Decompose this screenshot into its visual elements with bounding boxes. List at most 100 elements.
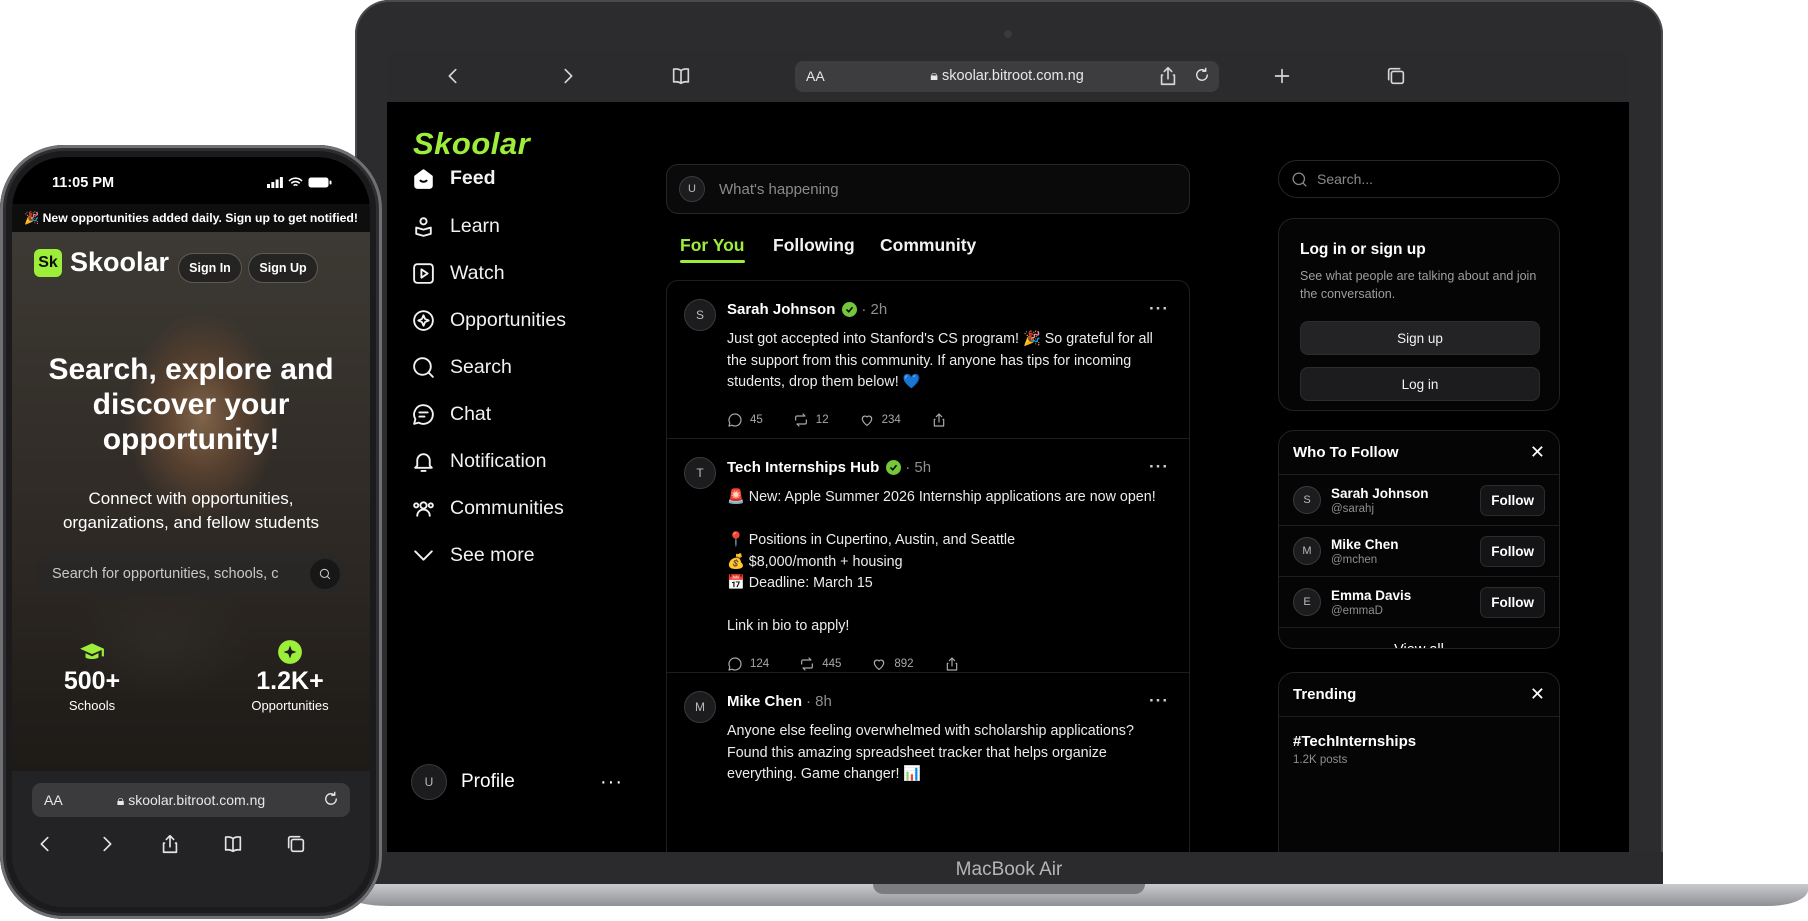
search-input[interactable]: Search for opportunities, schools, c xyxy=(34,553,346,595)
like-count: 234 xyxy=(881,413,901,426)
avatar[interactable]: M xyxy=(684,691,716,723)
compose-box[interactable]: U What's happening xyxy=(666,164,1190,214)
nav-chat[interactable]: Chat xyxy=(411,394,491,434)
profile-button[interactable]: U Profile ··· xyxy=(411,762,623,802)
nav-search[interactable]: Search xyxy=(411,347,512,387)
list-item[interactable]: S Sarah Johnson @sarahj Follow xyxy=(1279,475,1559,526)
more-options-icon[interactable]: ··· xyxy=(1149,691,1169,711)
forward-icon[interactable] xyxy=(557,65,579,87)
app-logo[interactable]: Sk Skoolar xyxy=(34,247,169,278)
search-placeholder: Search... xyxy=(1317,171,1374,187)
app-logo[interactable]: Skoolar xyxy=(413,126,530,162)
post-time: · 2h xyxy=(861,300,888,318)
nav-label: Chat xyxy=(450,402,492,425)
profile-label: Profile xyxy=(461,771,515,792)
camera xyxy=(1004,30,1012,38)
browser-toolbar: AA 🔒︎ skoolar.bitroot.com.ng xyxy=(387,52,1629,102)
tab-following[interactable]: Following xyxy=(773,235,855,256)
forward-icon[interactable] xyxy=(96,833,118,855)
follow-button[interactable]: Follow xyxy=(1480,484,1545,516)
post-time: · 8h xyxy=(806,692,832,710)
back-icon[interactable] xyxy=(34,833,56,855)
graduation-cap-icon xyxy=(80,643,104,660)
list-item[interactable]: M Mike Chen @mchen Follow xyxy=(1279,526,1559,577)
close-icon[interactable]: ✕ xyxy=(1530,442,1545,463)
sign-up-button[interactable]: Sign Up xyxy=(248,253,318,283)
tab-for-you[interactable]: For You xyxy=(680,235,745,263)
hero-subtitle: Connect with opportunities, organization… xyxy=(12,487,370,535)
learn-icon xyxy=(415,216,432,237)
nav-feed[interactable]: Feed xyxy=(411,158,496,198)
share-icon xyxy=(946,656,957,671)
card-title: Who To Follow xyxy=(1293,444,1399,461)
avatar[interactable]: T xyxy=(684,457,716,489)
search-button[interactable] xyxy=(310,559,340,589)
repost-button[interactable]: 12 xyxy=(793,412,829,428)
like-button[interactable]: 892 xyxy=(871,656,914,672)
post-text: Just got accepted into Stanford's CS pro… xyxy=(727,331,1153,390)
hero-heading: Search, explore and discover your opport… xyxy=(12,352,370,457)
heart-icon xyxy=(874,659,885,670)
share-icon[interactable] xyxy=(159,833,181,855)
share-button[interactable] xyxy=(931,412,954,428)
tabs-overview-icon[interactable] xyxy=(1385,65,1407,87)
nav-learn[interactable]: Learn xyxy=(411,206,500,246)
back-icon[interactable] xyxy=(442,65,464,87)
avatar: U xyxy=(411,764,447,800)
bookmarks-icon[interactable] xyxy=(670,65,692,87)
announcement-banner[interactable]: 🎉 New opportunities added daily. Sign up… xyxy=(12,204,370,232)
nav-watch[interactable]: Watch xyxy=(411,253,505,293)
bookmarks-icon[interactable] xyxy=(222,833,244,855)
reply-button[interactable]: 45 xyxy=(727,412,763,428)
post-card[interactable]: T Tech Internships Hub · 5h ··· 🚨 New: A… xyxy=(667,439,1189,673)
nav-opportunities[interactable]: Opportunities xyxy=(411,300,566,340)
chevron-down-icon xyxy=(414,549,433,561)
logo-mark: Sk xyxy=(34,248,62,277)
close-icon[interactable]: ✕ xyxy=(1530,684,1545,705)
post-card[interactable]: M Mike Chen · 8h ··· Anyone else feeling… xyxy=(667,673,1189,852)
nav-label: Watch xyxy=(450,261,505,284)
list-item[interactable]: E Emma Davis @emmaD Follow xyxy=(1279,577,1559,628)
more-options-icon[interactable]: ··· xyxy=(600,771,623,794)
avatar: E xyxy=(1293,588,1321,616)
trend-item[interactable]: #TechInternships 1.2K posts xyxy=(1279,717,1559,770)
address-bar[interactable]: AA 🔒︎ skoolar.bitroot.com.ng xyxy=(32,783,350,817)
more-options-icon[interactable]: ··· xyxy=(1149,299,1169,319)
view-all-link[interactable]: View all xyxy=(1279,628,1559,648)
sign-in-button[interactable]: Sign In xyxy=(178,253,242,283)
post-card[interactable]: S Sarah Johnson · 2h ··· Just got accept… xyxy=(667,281,1189,439)
like-button[interactable]: 234 xyxy=(859,412,901,428)
nav-see-more[interactable]: See more xyxy=(411,535,535,575)
repost-button[interactable]: 445 xyxy=(799,656,841,672)
follow-button[interactable]: Follow xyxy=(1480,535,1545,567)
more-options-icon[interactable]: ··· xyxy=(1149,457,1169,477)
share-icon[interactable] xyxy=(1157,65,1179,87)
reload-icon[interactable] xyxy=(1193,66,1211,84)
bell-icon xyxy=(414,452,433,472)
tab-community[interactable]: Community xyxy=(880,235,976,256)
battery-icon xyxy=(308,177,332,188)
nav-label: Search xyxy=(450,355,512,378)
address-bar[interactable]: AA 🔒︎ skoolar.bitroot.com.ng xyxy=(795,61,1219,92)
reload-icon[interactable] xyxy=(322,790,340,808)
post-author[interactable]: Sarah Johnson xyxy=(727,301,835,318)
follow-button[interactable]: Follow xyxy=(1480,586,1545,618)
new-tab-icon[interactable] xyxy=(1271,65,1293,87)
avatar[interactable]: S xyxy=(684,299,716,331)
nav-communities[interactable]: Communities xyxy=(411,488,564,528)
nav-notification[interactable]: Notification xyxy=(411,441,546,481)
hero-line: opportunity! xyxy=(102,423,280,456)
nav-label: Notification xyxy=(450,449,547,472)
post-author[interactable]: Mike Chen xyxy=(727,693,802,710)
sign-up-button[interactable]: Sign up xyxy=(1300,321,1540,355)
feed-icon xyxy=(414,168,433,189)
search-placeholder: Search for opportunities, schools, c xyxy=(52,566,279,582)
log-in-button[interactable]: Log in xyxy=(1300,367,1540,401)
tabs-overview-icon[interactable] xyxy=(285,833,307,855)
share-button[interactable] xyxy=(944,656,967,672)
post-author[interactable]: Tech Internships Hub xyxy=(727,459,879,476)
reply-button[interactable]: 124 xyxy=(727,656,769,672)
search-input[interactable]: Search... xyxy=(1278,160,1560,198)
repost-count: 445 xyxy=(822,657,842,670)
who-to-follow-card: Who To Follow ✕ S Sarah Johnson @sarahj F… xyxy=(1278,430,1560,649)
